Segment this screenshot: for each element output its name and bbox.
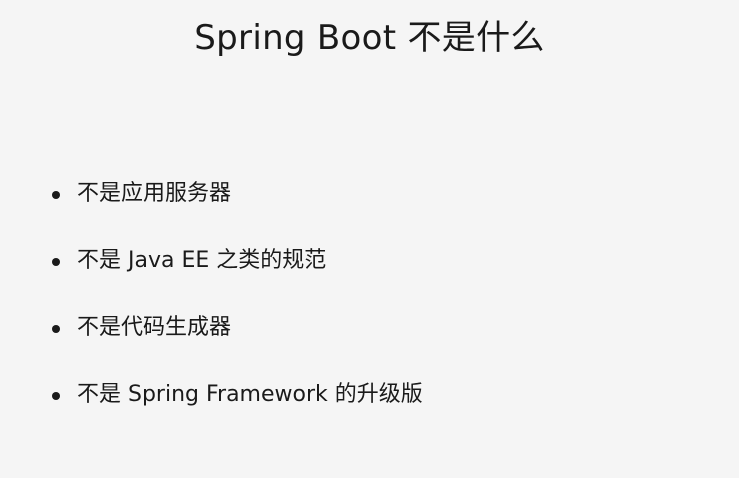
presentation-slide: Spring Boot 不是什么 不是应用服务器 不是 Java EE 之类的规… <box>0 0 739 478</box>
bullet-dot-icon <box>52 258 60 266</box>
list-item: 不是 Spring Framework 的升级版 <box>52 373 423 417</box>
bullet-text: 不是 Java EE 之类的规范 <box>77 248 327 273</box>
bullet-list: 不是应用服务器 不是 Java EE 之类的规范 不是代码生成器 不是 Spri… <box>52 172 423 440</box>
list-item: 不是应用服务器 <box>52 172 423 216</box>
bullet-dot-icon <box>52 191 60 199</box>
bullet-dot-icon <box>52 325 60 333</box>
bullet-text: 不是代码生成器 <box>77 315 232 340</box>
slide-title: Spring Boot 不是什么 <box>194 18 545 58</box>
bullet-text: 不是 Spring Framework 的升级版 <box>77 382 423 407</box>
bullet-dot-icon <box>52 392 60 400</box>
list-item: 不是代码生成器 <box>52 306 423 350</box>
bullet-text: 不是应用服务器 <box>77 181 232 206</box>
list-item: 不是 Java EE 之类的规范 <box>52 239 423 283</box>
